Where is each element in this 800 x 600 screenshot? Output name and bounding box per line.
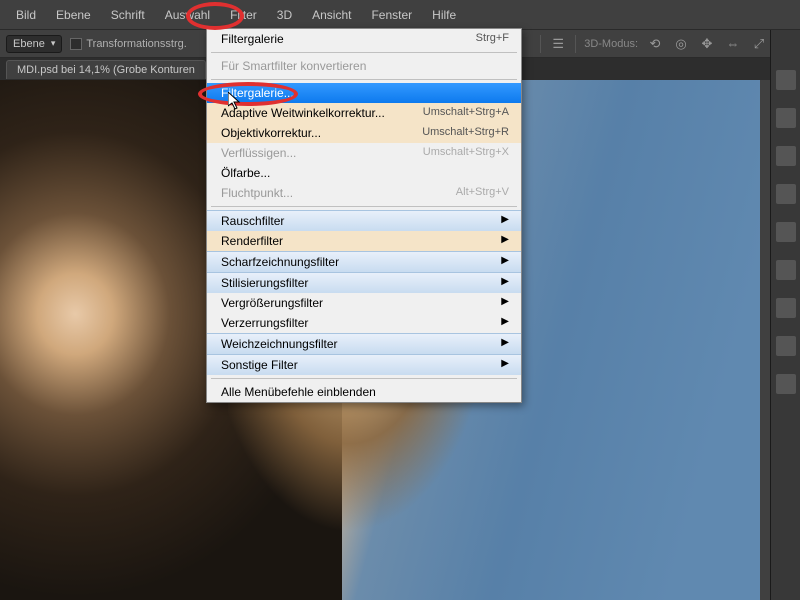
menu-separator (211, 79, 517, 80)
panel-icon-channels[interactable] (776, 298, 796, 318)
panel-icon-adjustments[interactable] (776, 374, 796, 394)
submenu-arrow-icon: ▶ (501, 337, 509, 351)
menu-separator (211, 52, 517, 53)
menu-separator (211, 206, 517, 207)
scale-3d-icon[interactable]: ⤢ (750, 35, 768, 53)
menu-hilfe[interactable]: Hilfe (422, 2, 466, 28)
menu-item-noise[interactable]: Rauschfilter ▶ (207, 210, 521, 231)
menu-bild[interactable]: Bild (6, 2, 46, 28)
menu-item-liquify: Verflüssigen... Umschalt+Strg+X (207, 143, 521, 163)
menu-auswahl[interactable]: Auswahl (155, 2, 220, 28)
panel-icon-paths[interactable] (776, 336, 796, 356)
menu-item-vanishing-point: Fluchtpunkt... Alt+Strg+V (207, 183, 521, 203)
menu-schrift[interactable]: Schrift (101, 2, 155, 28)
panel-icon-history[interactable] (776, 70, 796, 90)
menu-ebene[interactable]: Ebene (46, 2, 101, 28)
panel-icon-properties[interactable] (776, 222, 796, 242)
divider (540, 35, 541, 53)
panel-icon-brush[interactable] (776, 146, 796, 166)
menu-item-stylize[interactable]: Stilisierungsfilter ▶ (207, 272, 521, 293)
panel-icon-layers[interactable] (776, 260, 796, 280)
menu-3d[interactable]: 3D (267, 2, 302, 28)
menu-fenster[interactable]: Fenster (361, 2, 422, 28)
align-icon[interactable]: ☰ (549, 35, 567, 53)
submenu-arrow-icon: ▶ (501, 316, 509, 330)
transform-label: Transformationsstrg. (86, 38, 186, 50)
panel-icon-swatches[interactable] (776, 184, 796, 204)
rotate-3d-icon[interactable]: ⟲ (646, 35, 664, 53)
menubar: Bild Ebene Schrift Auswahl Filter 3D Ans… (0, 0, 800, 30)
layer-dropdown[interactable]: Ebene (6, 35, 62, 53)
submenu-arrow-icon: ▶ (501, 276, 509, 290)
submenu-arrow-icon: ▶ (501, 255, 509, 269)
menu-item-adaptive-wide-angle[interactable]: Adaptive Weitwinkelkorrektur... Umschalt… (207, 103, 521, 123)
menu-item-render[interactable]: Renderfilter ▶ (207, 231, 521, 251)
document-tab[interactable]: MDI.psd bei 14,1% (Grobe Konturen (6, 60, 206, 79)
menu-ansicht[interactable]: Ansicht (302, 2, 361, 28)
menu-item-distort[interactable]: Verzerrungsfilter ▶ (207, 313, 521, 333)
mode-3d-label: 3D-Modus: (584, 38, 638, 50)
submenu-arrow-icon: ▶ (501, 296, 509, 310)
submenu-arrow-icon: ▶ (501, 358, 509, 372)
transform-checkbox[interactable] (70, 38, 82, 50)
panel-icon-color[interactable] (776, 108, 796, 128)
pan-3d-icon[interactable]: ✥ (698, 35, 716, 53)
menu-item-oil-paint[interactable]: Ölfarbe... (207, 163, 521, 183)
menu-item-blur[interactable]: Weichzeichnungsfilter ▶ (207, 333, 521, 354)
menu-item-sharpen[interactable]: Scharfzeichnungsfilter ▶ (207, 251, 521, 272)
menu-item-lens-correction[interactable]: Objektivkorrektur... Umschalt+Strg+R (207, 123, 521, 143)
slide-3d-icon[interactable]: ⇔ (724, 35, 742, 53)
menu-separator (211, 378, 517, 379)
submenu-arrow-icon: ▶ (501, 234, 509, 248)
menu-item-show-all[interactable]: Alle Menübefehle einblenden (207, 382, 521, 402)
roll-3d-icon[interactable]: ◎ (672, 35, 690, 53)
menu-item-other[interactable]: Sonstige Filter ▶ (207, 354, 521, 375)
menu-filter[interactable]: Filter (220, 2, 267, 28)
right-panel-dock (770, 30, 800, 600)
transform-control-option[interactable]: Transformationsstrg. (70, 38, 186, 50)
menu-item-filtergalerie-repeat[interactable]: Filtergalerie Strg+F (207, 29, 521, 49)
submenu-arrow-icon: ▶ (501, 214, 509, 228)
divider (575, 35, 576, 53)
menu-item-magnify[interactable]: Vergrößerungsfilter ▶ (207, 293, 521, 313)
menu-item-filtergalerie[interactable]: Filtergalerie... (207, 83, 521, 103)
filter-dropdown-menu: Filtergalerie Strg+F Für Smartfilter kon… (206, 28, 522, 403)
menu-item-smartfilter-convert: Für Smartfilter konvertieren (207, 56, 521, 76)
